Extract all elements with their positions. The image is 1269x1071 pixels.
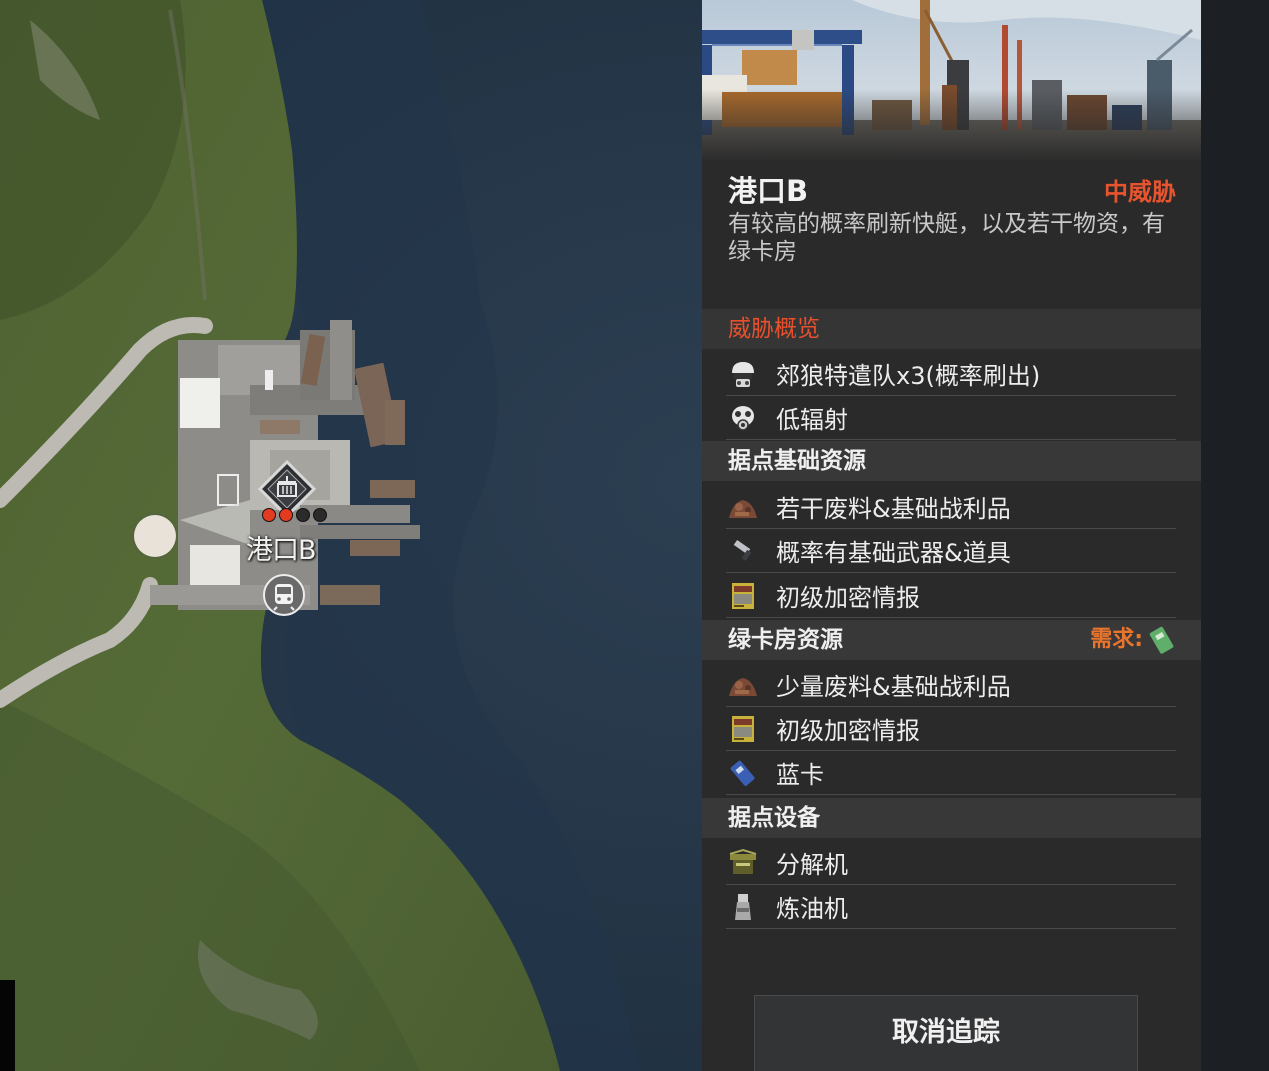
list-item: 初级加密情报 [726, 574, 1176, 618]
threat-dot [296, 508, 310, 522]
soldier-helmet-icon [726, 357, 760, 391]
screen-edge [1201, 0, 1269, 1071]
list-item: 若干废料&基础战利品 [726, 485, 1176, 529]
scrap-pile-icon [726, 668, 760, 702]
map-location-label: 港口B [246, 535, 317, 566]
item-text: 炼油机 [776, 895, 848, 923]
scrap-pile-icon [726, 490, 760, 524]
location-preview-image [702, 0, 1201, 162]
blue-keycard-icon [726, 756, 760, 790]
location-description: 有较高的概率刷新快艇，以及若干物资，有绿卡房 [728, 211, 1165, 265]
item-text: 蓝卡 [776, 761, 824, 789]
gas-mask-icon [726, 401, 760, 435]
item-text: 分解机 [776, 851, 848, 879]
section-equipment: 据点设备 [702, 798, 1201, 838]
oil-refiner-icon [726, 890, 760, 924]
threat-level-label: 中威胁 [1104, 178, 1176, 206]
train-station-icon[interactable] [262, 573, 306, 617]
list-item: 蓝卡 [726, 751, 1176, 795]
threat-dot [313, 508, 327, 522]
section-label: 威胁概览 [728, 316, 820, 342]
threat-dot [262, 508, 276, 522]
threat-dot [279, 508, 293, 522]
storage-tank [134, 515, 176, 557]
disassembler-icon [726, 846, 760, 880]
item-text: 初级加密情报 [776, 717, 920, 745]
list-item: 概率有基础武器&道具 [726, 529, 1176, 573]
item-text: 概率有基础武器&道具 [776, 539, 1011, 567]
threat-indicator [262, 508, 327, 522]
section-base-resources: 据点基础资源 [702, 441, 1201, 481]
section-label: 绿卡房资源 [728, 627, 843, 653]
pistol-icon [726, 534, 760, 568]
list-item: 初级加密情报 [726, 707, 1176, 751]
item-text: 若干废料&基础战利品 [776, 495, 1011, 523]
section-label: 据点设备 [728, 805, 820, 831]
list-item: 少量废料&基础战利品 [726, 663, 1176, 707]
list-item: 分解机 [726, 841, 1176, 885]
intel-booklet-icon [726, 579, 760, 613]
section-label: 据点基础资源 [728, 448, 866, 474]
list-item: 低辐射 [726, 396, 1176, 440]
item-text: 初级加密情报 [776, 584, 920, 612]
item-text: 少量废料&基础战利品 [776, 673, 1011, 701]
section-threat-overview: 威胁概览 [702, 309, 1201, 349]
location-title: 港口B [728, 174, 809, 208]
requirement-label: 需求: [1090, 627, 1143, 652]
location-info-panel: 港口B 中威胁 有较高的概率刷新快艇，以及若干物资，有绿卡房 威胁概览 郊狼特遣… [702, 0, 1201, 1071]
cancel-tracking-button[interactable]: 取消追踪 [754, 995, 1138, 1071]
item-text: 低辐射 [776, 406, 848, 434]
item-text: 郊狼特遣队x3(概率刷出) [776, 362, 1041, 390]
intel-booklet-icon [726, 712, 760, 746]
list-item: 炼油机 [726, 885, 1176, 929]
edge-bar [0, 980, 15, 1071]
requirement: 需求: [1090, 620, 1175, 660]
green-keycard-icon [1149, 626, 1174, 654]
section-greencard-resources: 绿卡房资源 需求: [702, 620, 1201, 660]
list-item: 郊狼特遣队x3(概率刷出) [726, 352, 1176, 396]
